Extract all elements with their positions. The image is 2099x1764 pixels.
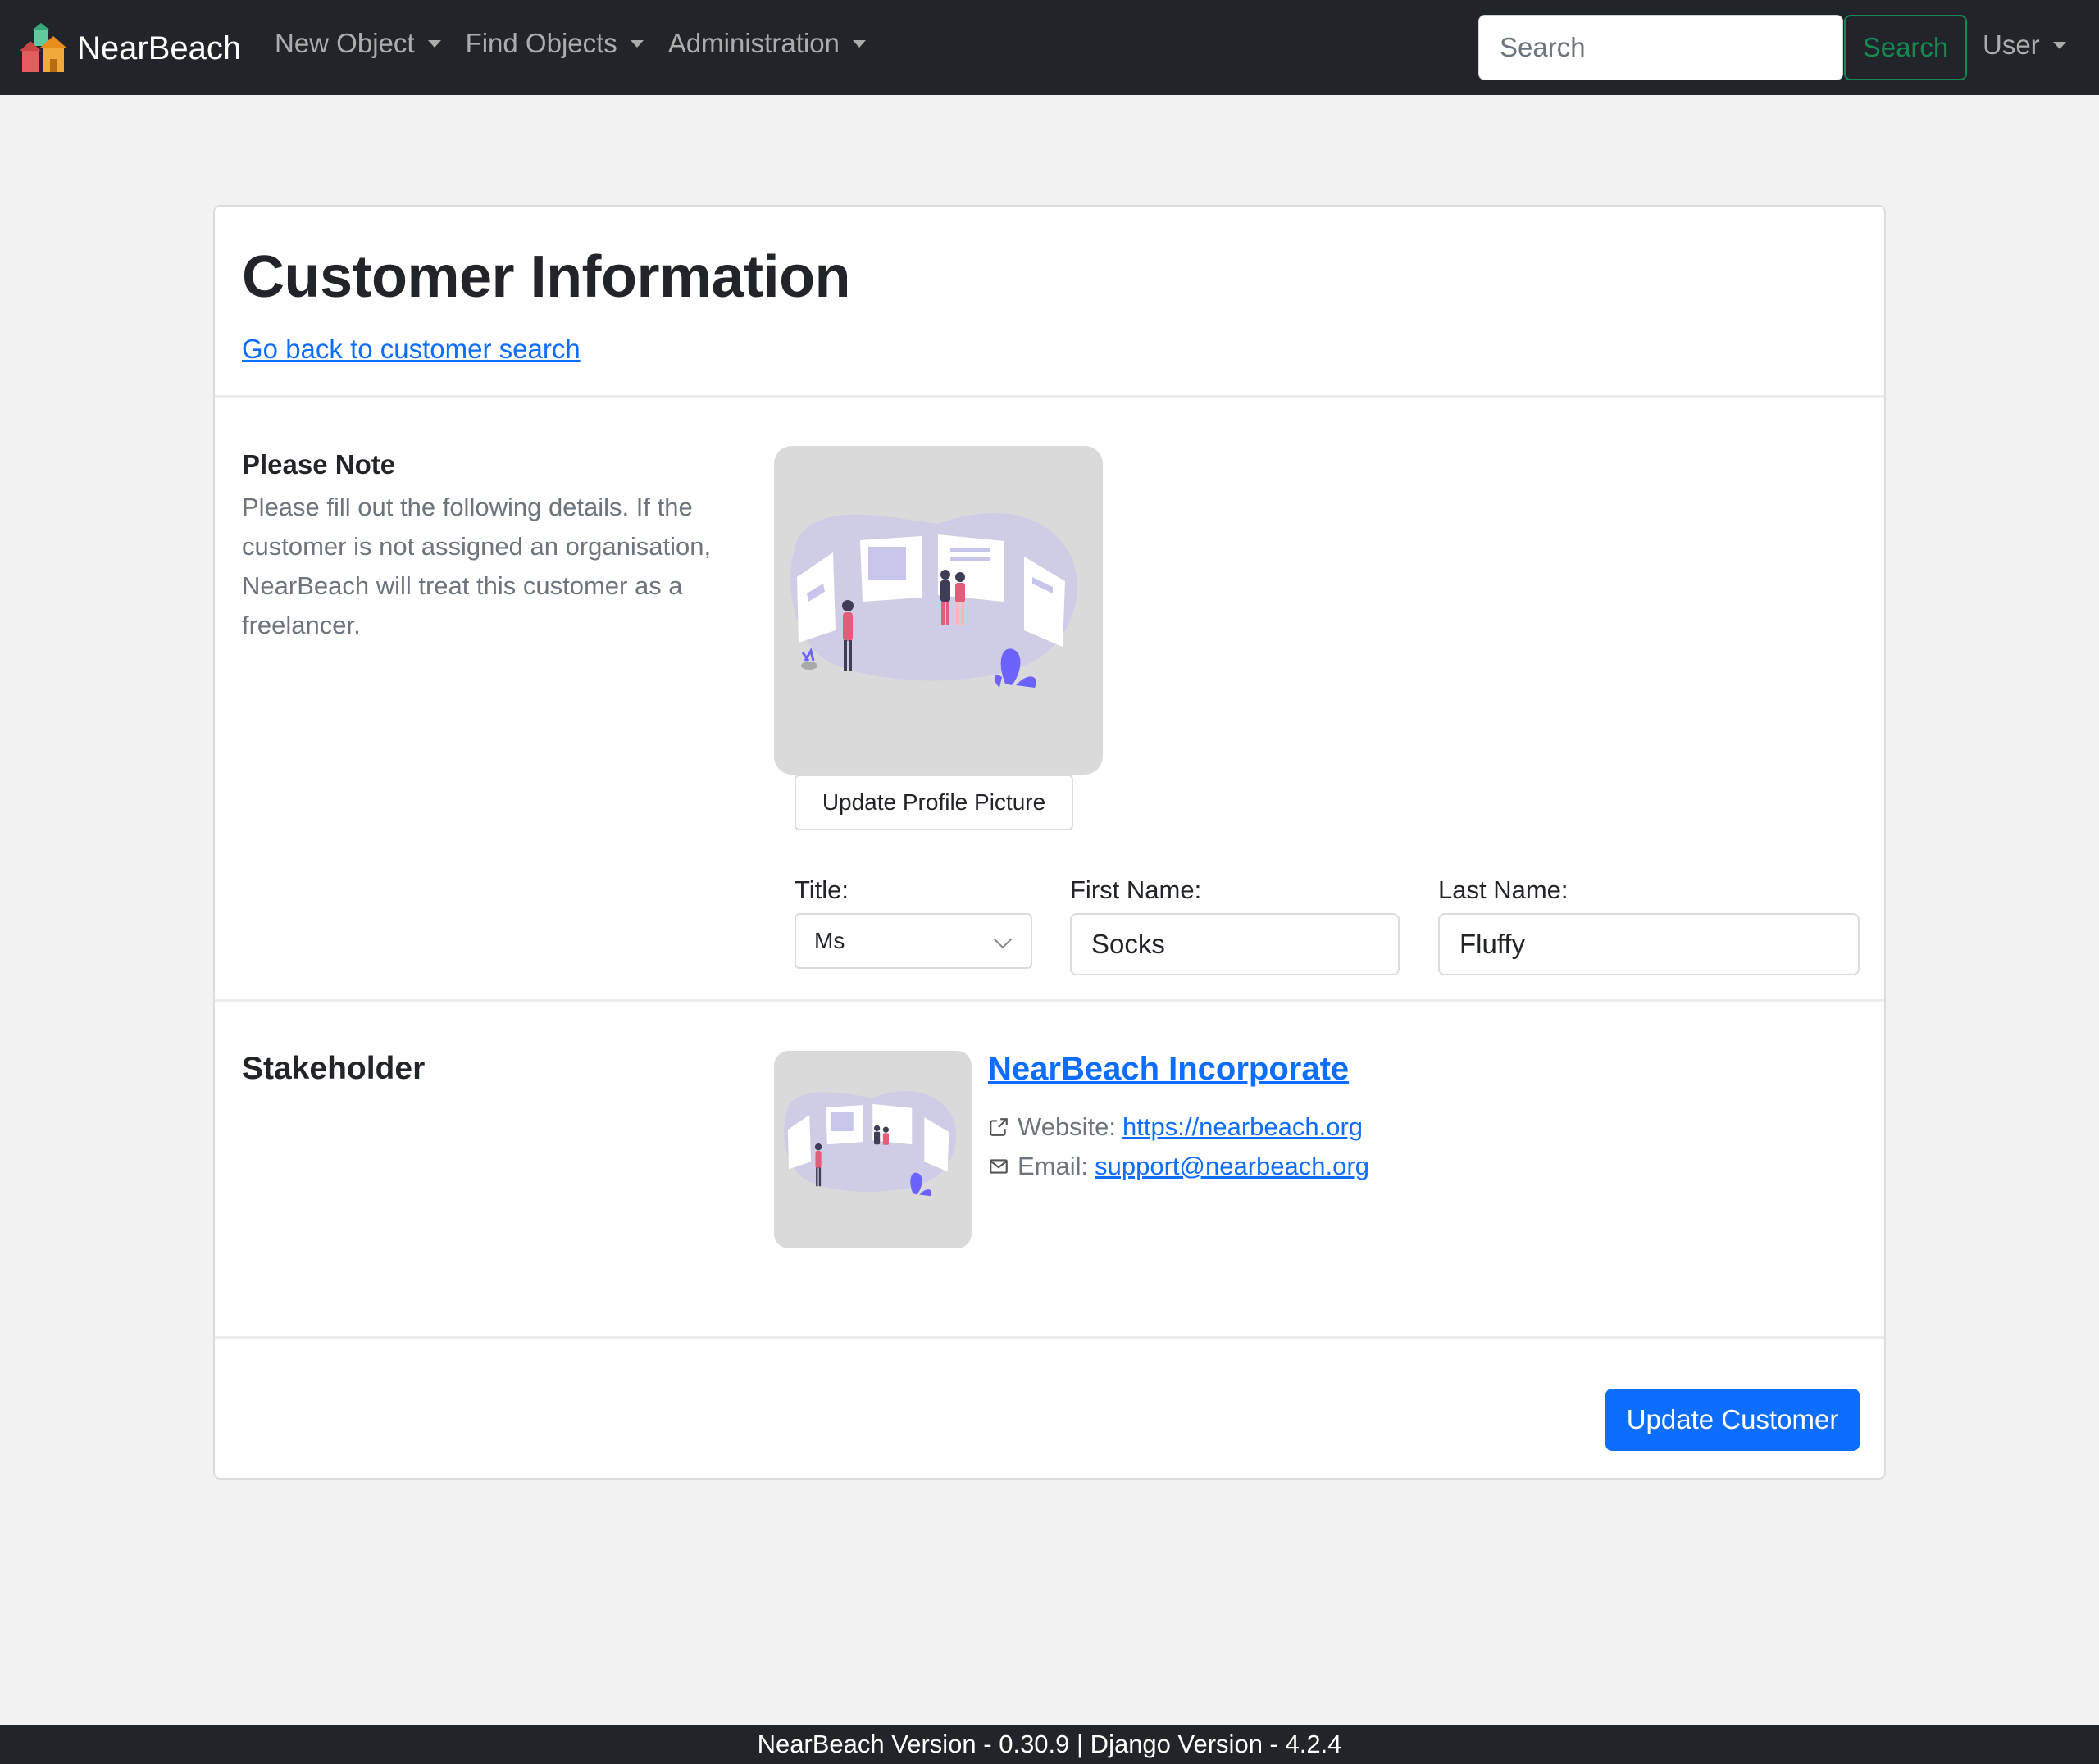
divider — [215, 1336, 1884, 1339]
user-menu[interactable]: User — [1983, 30, 2066, 61]
gallery-illustration-icon — [790, 512, 1077, 688]
external-link-icon — [990, 1118, 1008, 1136]
caret-down-icon — [852, 39, 866, 48]
last-name-label: Last Name: — [1438, 875, 1569, 904]
update-customer-button[interactable]: Update Customer — [1605, 1389, 1860, 1451]
caret-down-icon — [630, 39, 644, 48]
search-input[interactable] — [1478, 15, 1843, 80]
menu-administration-label: Administration — [667, 28, 840, 58]
email-row: Email: support@nearbeach.org — [988, 1152, 1369, 1181]
menu-find-objects[interactable]: Find Objects — [466, 28, 644, 59]
back-to-search-link[interactable]: Go back to customer search — [242, 334, 581, 365]
brand[interactable]: NearBeach — [20, 23, 241, 74]
stakeholder-heading: Stakeholder — [242, 1051, 426, 1086]
organisation-picture — [774, 1051, 972, 1248]
divider — [215, 999, 1884, 1002]
customer-card: Customer Information Go back to customer… — [213, 205, 1886, 1480]
menu-new-object[interactable]: New Object — [275, 28, 441, 59]
website-row: Website: https://nearbeach.org — [988, 1112, 1363, 1142]
search-button[interactable]: Search — [1844, 15, 1967, 80]
footer: NearBeach Version - 0.30.9 | Django Vers… — [0, 1725, 2099, 1764]
email-link[interactable]: support@nearbeach.org — [1095, 1152, 1369, 1181]
top-navbar: NearBeach New Object Find Objects Admini… — [0, 0, 2099, 95]
organisation-link[interactable]: NearBeach Incorporate — [988, 1051, 1349, 1088]
version-text: NearBeach Version - 0.30.9 | Django Vers… — [757, 1730, 1342, 1758]
title-select-value: Ms — [814, 928, 845, 953]
chevron-down-icon — [993, 930, 1013, 949]
note-text: Please fill out the following details. I… — [242, 493, 712, 639]
nearbeach-logo-icon — [20, 23, 66, 72]
title-select[interactable]: Ms — [795, 913, 1032, 969]
menu-administration[interactable]: Administration — [668, 28, 866, 59]
brand-name: NearBeach — [77, 30, 242, 66]
envelope-icon — [990, 1159, 1008, 1174]
gallery-illustration-icon — [784, 1091, 957, 1197]
website-label: Website: — [1018, 1112, 1117, 1141]
website-link[interactable]: https://nearbeach.org — [1122, 1112, 1363, 1142]
page-title: Customer Information — [242, 244, 851, 310]
user-menu-label: User — [1983, 30, 2040, 60]
note-heading: Please Note — [242, 449, 396, 480]
first-name-label: First Name: — [1070, 875, 1202, 904]
last-name-field[interactable] — [1438, 913, 1860, 975]
title-label: Title: — [795, 875, 849, 904]
nav-menu: New Object Find Objects Administration — [275, 28, 890, 59]
caret-down-icon — [427, 39, 441, 48]
menu-find-objects-label: Find Objects — [465, 28, 617, 58]
divider — [215, 395, 1884, 398]
email-label: Email: — [1018, 1152, 1089, 1180]
menu-new-object-label: New Object — [275, 28, 415, 58]
profile-picture — [774, 446, 1103, 775]
update-profile-picture-button[interactable]: Update Profile Picture — [795, 775, 1073, 830]
caret-down-icon — [2052, 41, 2066, 49]
first-name-field[interactable] — [1070, 913, 1400, 975]
